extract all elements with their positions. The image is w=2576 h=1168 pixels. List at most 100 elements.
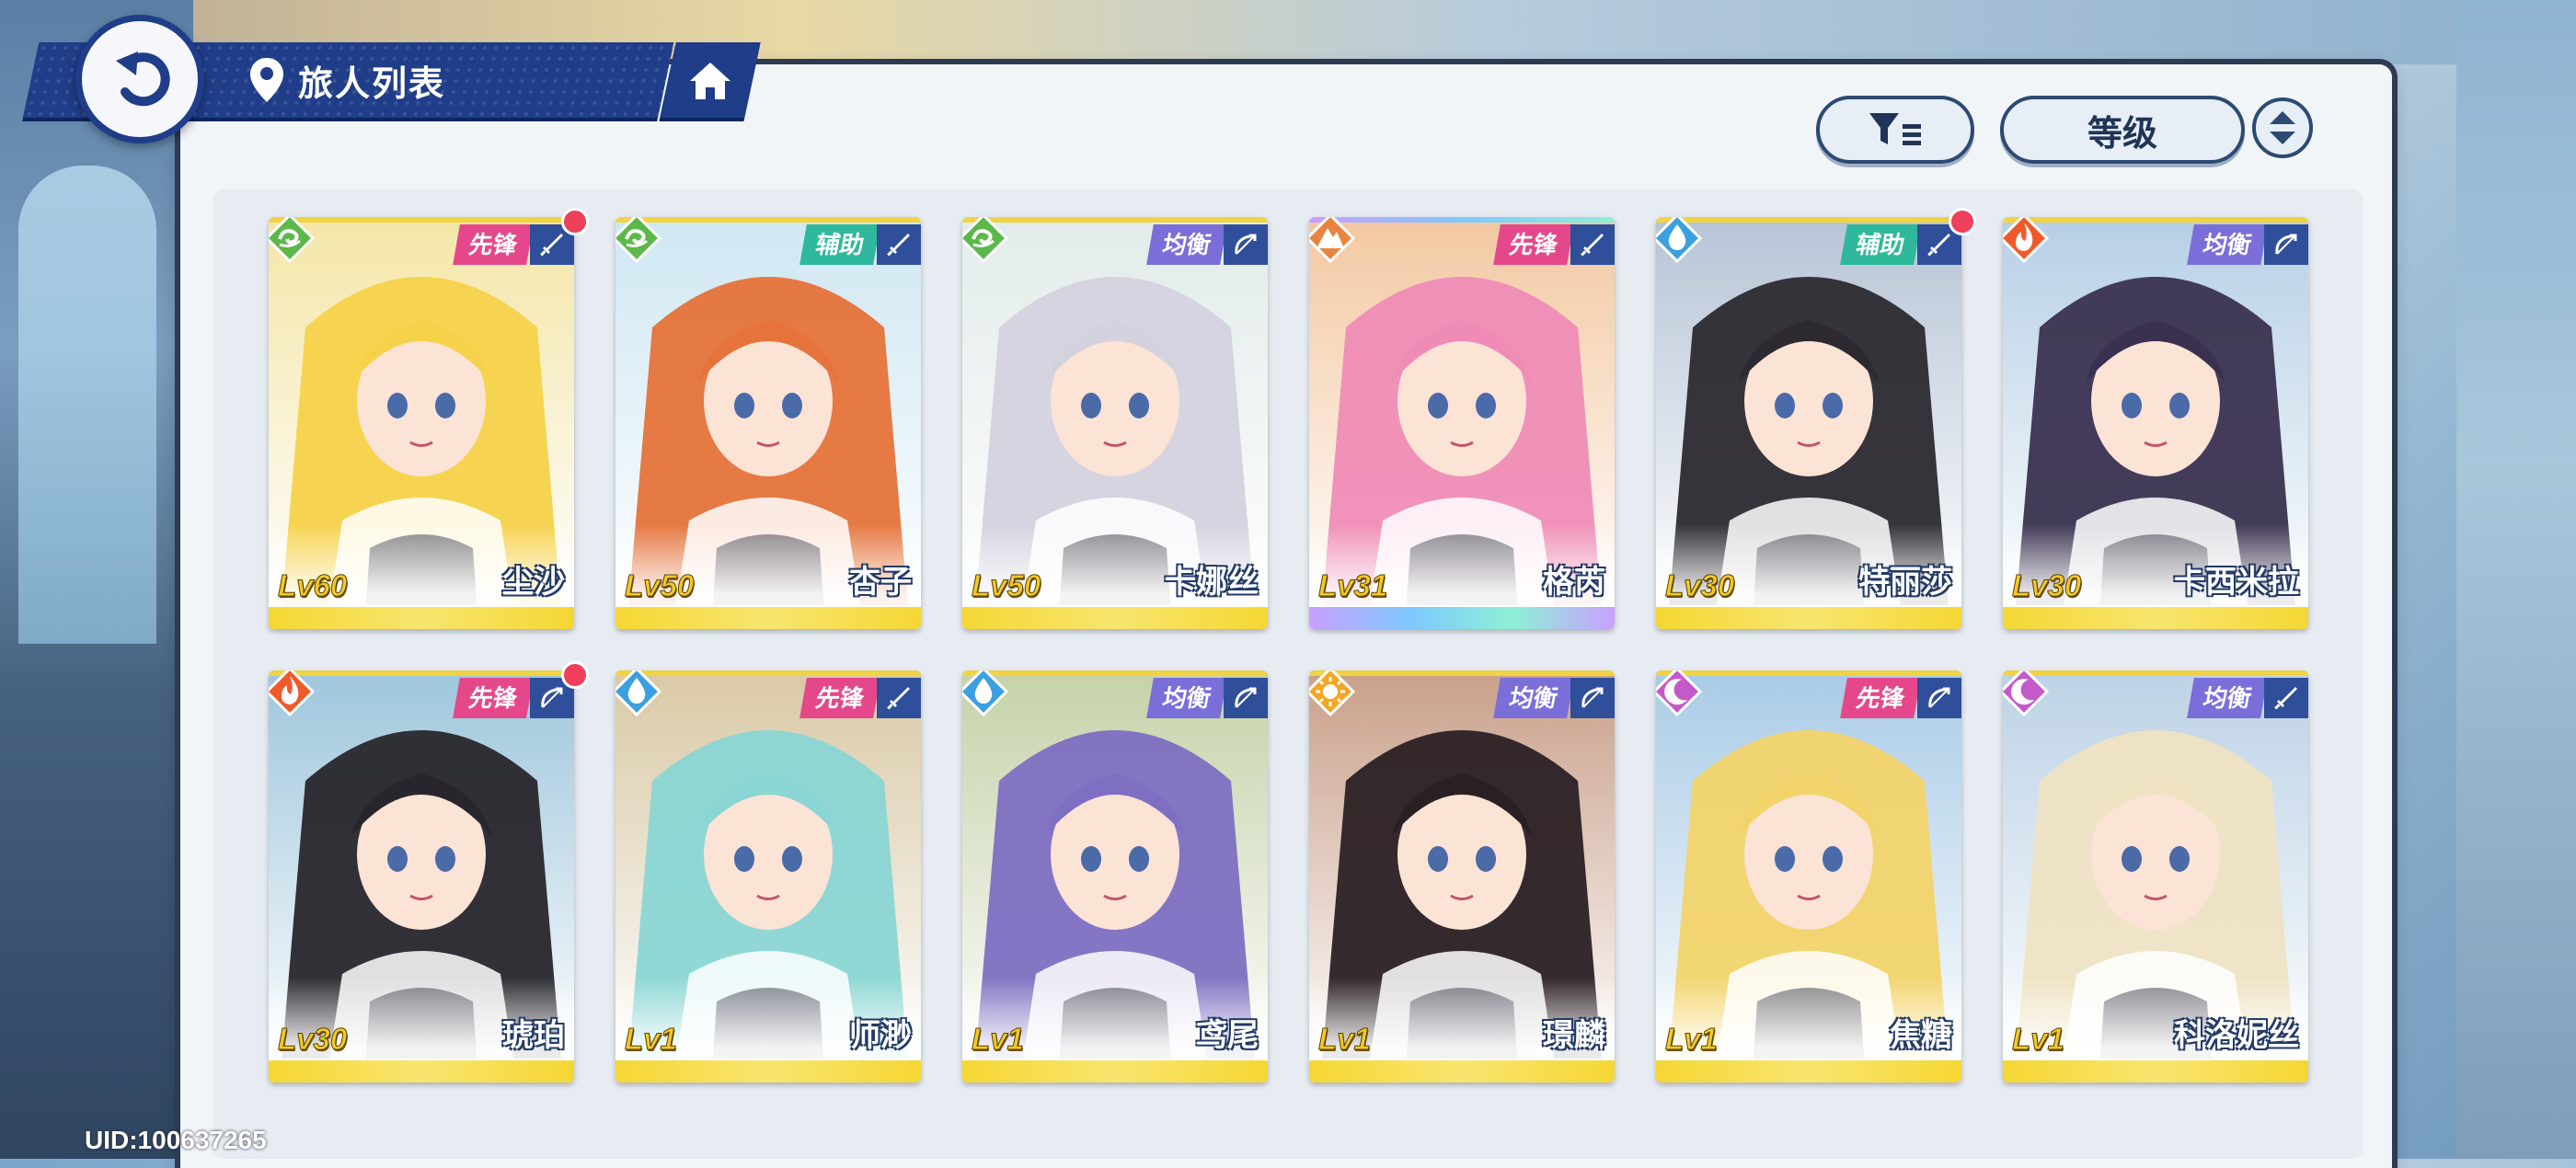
character-name: 卡娜丝 [1165,565,1259,600]
character-level: Lv1 [625,1022,678,1057]
character-card[interactable]: 均衡 Lv30 卡西米拉 [2003,217,2308,629]
dark-icon [2003,670,2050,717]
character-card[interactable]: 均衡 Lv1 鸢尾 [962,670,1268,1082]
character-level: Lv30 [1664,568,1735,603]
bow-icon [1925,683,1954,713]
earth-icon [1309,217,1356,264]
character-level: Lv50 [624,568,695,603]
role-badge: 辅助 [799,224,880,265]
role-badge: 均衡 [2187,678,2268,718]
role-badge: 先锋 [799,678,880,718]
card-bottom-bar [2003,1059,2308,1082]
character-card[interactable]: 均衡 Lv1 璟麟 [1309,670,1615,1082]
character-card[interactable]: 辅助 Lv50 杏子 [615,217,921,629]
character-name: 尘沙 [502,565,565,600]
location-pin-icon [250,58,283,102]
role-badge: 先锋 [1493,224,1574,265]
new-notification-dot [1949,208,1976,235]
card-bottom-bar [615,1059,921,1082]
character-card[interactable]: 辅助 Lv30 特丽莎 [1656,217,1961,629]
card-bottom-bar [1309,605,1615,629]
weapon-badge [2264,224,2308,265]
character-level: Lv1 [1665,1022,1719,1057]
new-notification-dot [561,661,589,689]
bow-icon [2271,230,2301,259]
role-badge: 均衡 [2187,224,2268,265]
character-level: Lv30 [277,1022,348,1057]
character-card[interactable]: 先锋 Lv30 琥珀 [269,670,574,1082]
character-name: 璟麟 [1543,1018,1605,1053]
character-name: 杏子 [849,565,912,600]
weapon-badge [877,678,921,718]
character-card[interactable]: 先锋 Lv60 尘沙 [269,217,574,629]
character-card[interactable]: 先锋 Lv1 焦糖 [1656,670,1961,1082]
home-icon[interactable] [684,55,736,107]
filter-icon [1869,113,1921,145]
character-name: 师渺 [849,1018,912,1053]
fire-icon [269,670,316,717]
sort-dropdown[interactable]: 等级 [2000,96,2245,164]
character-card[interactable]: 均衡 Lv50 卡娜丝 [962,217,1268,629]
character-level: Lv60 [277,568,348,603]
bow-icon [1231,683,1260,713]
weapon-badge [1224,224,1268,265]
wind-icon [269,217,316,264]
weapon-badge [877,224,921,265]
role-badge: 均衡 [1493,678,1574,718]
card-bottom-bar [962,605,1268,629]
sort-order-button[interactable] [2252,97,2313,158]
character-card[interactable]: 先锋 Lv1 师渺 [615,670,921,1082]
card-bottom-bar [962,1059,1268,1082]
bow-icon [1578,683,1607,713]
card-bottom-bar [1656,605,1961,629]
light-icon [1309,670,1356,717]
page-title-group: 旅人列表 [248,48,445,112]
sword-icon [1925,230,1954,259]
character-name: 科洛妮丝 [2174,1018,2299,1053]
role-badge: 均衡 [1146,678,1227,718]
character-level: Lv1 [1318,1022,1372,1057]
character-name: 格芮 [1543,565,1605,600]
card-bottom-bar [269,605,574,629]
character-card[interactable]: 均衡 Lv1 科洛妮丝 [2003,670,2308,1082]
bow-icon [1231,230,1260,259]
role-badge: 先锋 [453,224,534,265]
water-icon [615,670,662,717]
card-bottom-bar [269,1059,574,1082]
bow-icon [537,683,567,713]
dark-icon [1656,670,1703,717]
character-card[interactable]: 先锋 Lv31 格芮 [1309,217,1615,629]
weapon-badge [1224,678,1268,718]
background-window [18,166,156,644]
character-name: 鸢尾 [1196,1018,1259,1053]
character-level: Lv1 [972,1022,1025,1057]
new-notification-dot [561,208,589,235]
character-name: 卡西米拉 [2174,565,2299,600]
weapon-badge [2264,678,2308,718]
fire-icon [2003,217,2050,264]
sword-icon [884,230,914,259]
sword-icon [1578,230,1607,259]
character-name: 特丽莎 [1858,565,1952,600]
weapon-badge [1917,678,1961,718]
wind-icon [962,217,1009,264]
filter-button[interactable] [1816,96,1974,164]
back-button[interactable] [75,15,204,143]
sort-up-down-icon [2270,111,2295,144]
character-name: 琥珀 [502,1018,565,1053]
weapon-badge [1570,224,1615,265]
page-title: 旅人列表 [298,64,446,104]
character-level: Lv31 [1317,568,1388,603]
character-level: Lv30 [2011,568,2082,603]
water-icon [962,670,1009,717]
role-badge: 先锋 [453,678,534,718]
sword-icon [884,683,914,713]
card-bottom-bar [2003,605,2308,629]
back-arrow-icon [116,52,170,107]
role-badge: 先锋 [1840,678,1921,718]
sword-icon [2271,683,2301,713]
card-bottom-bar [615,605,921,629]
role-badge: 辅助 [1840,224,1921,265]
weapon-badge [1570,678,1615,718]
card-bottom-bar [1309,1059,1615,1082]
